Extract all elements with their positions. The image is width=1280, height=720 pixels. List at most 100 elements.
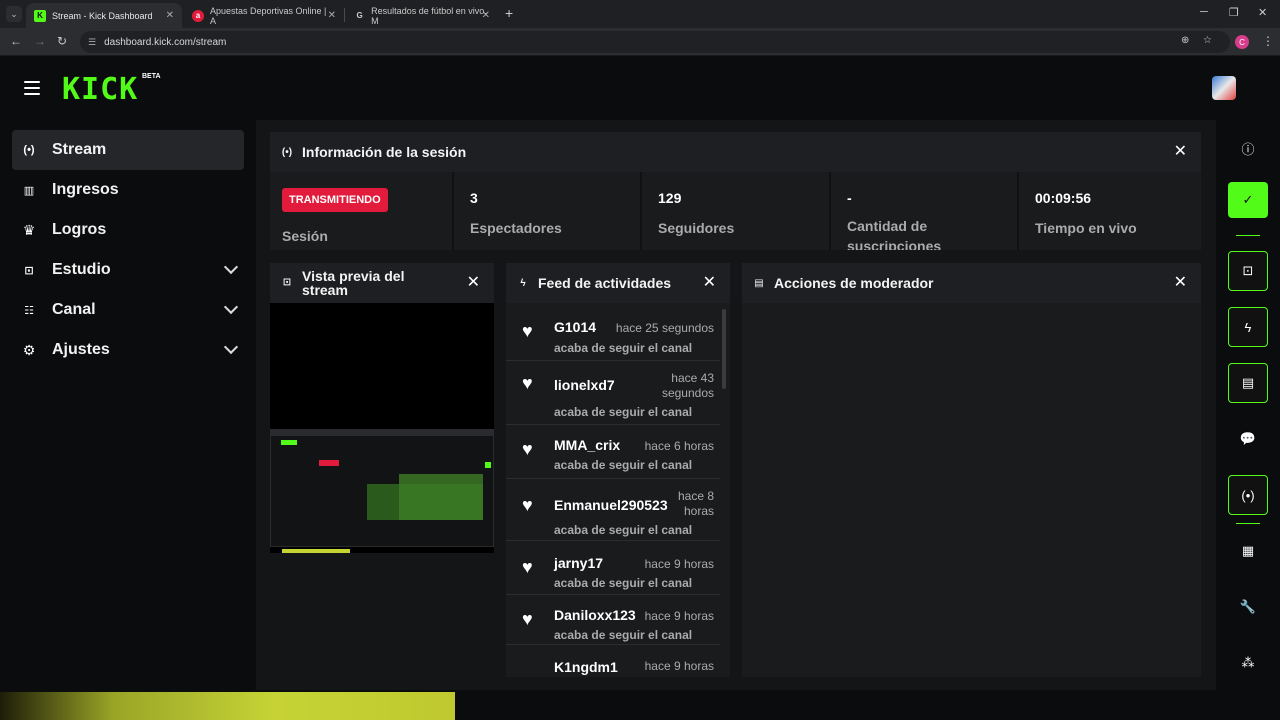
feed-time: hace 9 horas — [644, 557, 714, 571]
stat-session: TRANSMITIENDO Sesión — [270, 172, 454, 250]
close-icon[interactable]: ✕ — [703, 275, 716, 291]
info-icon[interactable]: ⓘ — [1228, 128, 1268, 168]
stream-preview-thumbnail[interactable] — [270, 429, 494, 547]
heart-icon: ♥ — [522, 495, 533, 515]
feed-action: acaba de seguir el canal — [554, 523, 693, 537]
stat-value: 3 — [470, 190, 478, 206]
close-icon[interactable]: ✕ — [1174, 144, 1187, 160]
profile-avatar[interactable]: C — [1235, 35, 1249, 49]
heart-icon: ♥ — [522, 439, 533, 459]
session-info-panel: (•) Información de la sesión ✕ — [270, 132, 1201, 172]
kick-logo[interactable]: KICK — [62, 72, 138, 107]
broadcast-icon[interactable]: (•) — [1228, 475, 1268, 515]
layout-icon[interactable]: ▦ — [1228, 531, 1268, 571]
sidebar-item-logros[interactable]: ♛ Logros — [12, 210, 244, 250]
betting-favicon-icon: a — [192, 9, 204, 22]
new-tab-icon[interactable]: + — [505, 5, 513, 21]
chevron-down-icon[interactable] — [223, 259, 239, 275]
trophy-icon: ♛ — [22, 221, 36, 238]
stream-preview-panel: ⊡ Vista previa del stream ✕ — [270, 263, 494, 553]
list-item[interactable]: ♥ Daniloxx123 hace 9 horas acaba de segu… — [506, 595, 720, 645]
sidebar-item-label: Ingresos — [52, 181, 119, 198]
check-icon[interactable]: ✓ — [1228, 182, 1268, 218]
rail-divider — [1236, 235, 1260, 236]
studio-icon: ⊡ — [24, 264, 34, 277]
close-window-icon[interactable]: ✕ — [1258, 6, 1267, 19]
forward-arrow-icon[interactable]: → — [34, 34, 46, 48]
sidebar-item-label: Canal — [52, 301, 96, 318]
tab-title: Apuestas Deportivas Online | A — [209, 5, 327, 26]
close-tab-icon[interactable]: ✕ — [328, 10, 336, 21]
close-tab-icon[interactable]: ✕ — [166, 10, 174, 21]
heart-icon: ♥ — [522, 321, 533, 341]
preview-logo — [281, 440, 297, 445]
panel-header: ⊡ Vista previa del stream — [270, 263, 494, 303]
lightning-icon[interactable]: ϟ — [1228, 307, 1268, 347]
chat-icon[interactable]: 💬 — [1228, 419, 1268, 459]
sidebar-item-canal[interactable]: ☷ Canal — [12, 290, 244, 330]
list-item[interactable]: K1ngdm1 hace 9 horas — [506, 645, 720, 677]
sidebar-item-stream[interactable]: (•) Stream — [12, 130, 244, 170]
tab-search-icon[interactable]: ⌄ — [6, 6, 22, 22]
user-avatar[interactable] — [1212, 76, 1236, 100]
sidebar-item-label: Estudio — [52, 261, 111, 278]
preview-progress — [282, 549, 350, 553]
stat-subscriptions: - Cantidad de suscripciones — [831, 172, 1019, 250]
minimize-icon[interactable]: ─ — [1200, 6, 1208, 18]
reload-icon[interactable]: ↻ — [57, 34, 67, 48]
stat-value: - — [847, 190, 852, 206]
feed-scrollbar[interactable] — [722, 309, 726, 389]
tab-title: Resultados de fútbol en vivo, M — [371, 5, 487, 26]
list-item[interactable]: ♥ jarny17 hace 9 horas acaba de seguir e… — [506, 541, 720, 595]
stat-live-time: 00:09:56 Tiempo en vivo — [1019, 172, 1201, 250]
list-item[interactable]: ♥ MMA_crix hace 6 horas acaba de seguir … — [506, 425, 720, 479]
notes-icon[interactable]: ▤ — [1228, 363, 1268, 403]
stat-value: 129 — [658, 190, 682, 206]
activity-feed-list[interactable]: ♥ G1014 hace 25 segundos acaba de seguir… — [506, 303, 730, 677]
heart-icon: ♥ — [522, 609, 533, 629]
sidebar-item-ingresos[interactable]: ▥ Ingresos — [12, 170, 244, 210]
close-tab-icon[interactable]: ✕ — [482, 10, 490, 21]
site-info-icon[interactable]: ☰ — [88, 37, 96, 48]
browser-tab-kick[interactable]: K Stream - Kick Dashboard ✕ — [26, 3, 182, 28]
chevron-down-icon[interactable] — [223, 339, 239, 355]
stat-label: Tiempo en vivo — [1035, 220, 1137, 236]
zoom-icon[interactable]: ⊕ — [1181, 35, 1189, 46]
panel-header: (•) Información de la sesión — [270, 132, 1201, 172]
address-bar[interactable]: ☰ dashboard.kick.com/stream — [80, 31, 1230, 53]
back-arrow-icon[interactable]: ← — [10, 34, 22, 48]
feed-time: hace 6 horas — [644, 439, 714, 453]
list-item[interactable]: ♥ G1014 hace 25 segundos acaba de seguir… — [506, 303, 720, 361]
browser-tab-strip: ⌄ K Stream - Kick Dashboard ✕ a Apuestas… — [0, 0, 1280, 28]
lightning-icon: ϟ — [520, 277, 526, 289]
hamburger-menu-icon[interactable] — [24, 81, 40, 95]
stat-label: Seguidores — [658, 220, 735, 236]
browser-tab-apuestas[interactable]: a Apuestas Deportivas Online | A ✕ — [184, 3, 344, 28]
bookmark-star-icon[interactable]: ☆ — [1203, 35, 1212, 46]
screen-capture-icon[interactable]: ⊡ — [1228, 251, 1268, 291]
sidebar-item-estudio[interactable]: ⊡ Estudio — [12, 250, 244, 290]
close-icon[interactable]: ✕ — [1174, 275, 1187, 291]
notes-icon: ▤ — [754, 277, 764, 289]
gear-icon: ⚙ — [22, 341, 36, 358]
video-overlay-bar — [0, 692, 455, 720]
list-item[interactable]: ♥ Enmanuel290523 hace 8 horas acaba de s… — [506, 479, 720, 541]
feed-action: acaba de seguir el canal — [554, 576, 693, 590]
sidebar-item-ajustes[interactable]: ⚙ Ajustes — [12, 330, 244, 370]
preview-video-inner — [399, 474, 483, 520]
heart-icon: ♥ — [522, 373, 533, 393]
panel-title: Vista previa del stream — [302, 268, 405, 298]
close-icon[interactable]: ✕ — [467, 275, 480, 291]
list-item[interactable]: ♥ lionelxd7 hace 43 segundos acaba de se… — [506, 361, 720, 425]
chevron-down-icon[interactable] — [223, 299, 239, 315]
restore-icon[interactable]: ❐ — [1229, 6, 1239, 19]
google-favicon-icon: G — [356, 11, 363, 20]
wrench-icon[interactable]: 🔧 — [1228, 587, 1268, 627]
connections-icon[interactable]: ⁂ — [1228, 643, 1268, 683]
browser-menu-icon[interactable]: ⋮ — [1262, 34, 1274, 48]
browser-tab-resultados[interactable]: G Resultados de fútbol en vivo, M ✕ — [346, 3, 498, 28]
moderator-actions-panel: ▤ Acciones de moderador ✕ — [742, 263, 1201, 677]
feed-time: hace 43 segundos — [661, 371, 714, 400]
session-stats: TRANSMITIENDO Sesión 3 Espectadores 129 … — [270, 172, 1201, 250]
sidebar-item-label: Ajustes — [52, 341, 110, 358]
